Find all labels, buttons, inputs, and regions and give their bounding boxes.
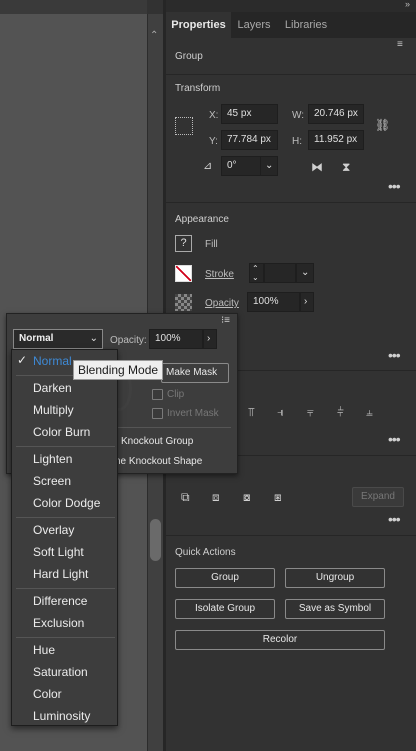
blend-mode-menu: ✓ Normal Darken Multiply Color Burn Ligh… <box>11 349 118 726</box>
tab-libraries[interactable]: Libraries <box>277 12 335 38</box>
collapse-panel-icon[interactable]: » <box>405 0 410 9</box>
stroke-weight-stepper[interactable]: ⌃ ⌄ <box>249 263 264 283</box>
align-right-icon[interactable]: ⫣ <box>277 405 284 419</box>
clip-checkbox[interactable] <box>152 389 163 400</box>
exclude-icon[interactable]: ⧆ <box>274 490 282 504</box>
constrain-proportions-icon[interactable]: ⛓ <box>375 118 390 132</box>
blend-option-overlay[interactable]: Overlay <box>33 523 74 537</box>
check-icon: ✓ <box>17 353 28 367</box>
blend-option-color-burn[interactable]: Color Burn <box>33 425 90 439</box>
blend-option-hue[interactable]: Hue <box>33 643 55 657</box>
height-field[interactable]: 11.952 px <box>308 130 364 150</box>
scrollbar-thumb[interactable] <box>150 519 161 561</box>
ungroup-button[interactable]: Ungroup <box>285 568 385 588</box>
popup-opacity-arrow[interactable]: › <box>203 329 217 349</box>
reference-point-icon[interactable] <box>175 117 193 135</box>
opacity-icon <box>175 294 192 311</box>
popup-menu-icon[interactable]: ⁝≡ <box>221 314 230 328</box>
appearance-more-icon[interactable]: ••• <box>388 347 401 363</box>
flip-vertical-icon[interactable]: ⧗ <box>342 160 350 174</box>
panel-top-strip: » <box>166 0 416 12</box>
w-label: W: <box>292 110 305 121</box>
popup-opacity-label: Opacity: <box>110 335 147 346</box>
blend-option-hard-light[interactable]: Hard Light <box>33 567 88 581</box>
align-more-icon[interactable]: ••• <box>388 431 401 447</box>
appearance-title: Appearance <box>175 214 229 225</box>
isolate-knockout-label[interactable]: ne Knockout Shape <box>115 456 202 467</box>
selection-type-label: Group <box>175 51 203 62</box>
recolor-button[interactable]: Recolor <box>175 630 385 650</box>
chevron-down-icon: ⌄ <box>89 333 98 344</box>
y-label: Y: <box>209 136 218 147</box>
tab-layers[interactable]: Layers <box>231 12 277 38</box>
group-button[interactable]: Group <box>175 568 275 588</box>
blend-option-exclusion[interactable]: Exclusion <box>33 616 84 630</box>
blend-option-difference[interactable]: Difference <box>33 594 87 608</box>
align-bottom-icon[interactable]: ⫨ <box>366 405 373 419</box>
scroll-up-icon[interactable]: ⌃ <box>150 30 158 41</box>
blend-option-soft-light[interactable]: Soft Light <box>33 545 84 559</box>
opacity-field[interactable]: 100% <box>247 292 300 312</box>
expand-button[interactable]: Expand <box>352 487 404 507</box>
stroke-weight-field[interactable] <box>264 263 296 283</box>
fill-swatch[interactable]: ? <box>175 235 192 252</box>
intersect-icon[interactable]: ⧇ <box>243 490 251 504</box>
blend-option-saturation[interactable]: Saturation <box>33 665 88 679</box>
blend-option-luminosity[interactable]: Luminosity <box>33 709 90 723</box>
x-label: X: <box>209 110 219 121</box>
pathfinder-more-icon[interactable]: ••• <box>388 511 401 527</box>
unite-icon[interactable]: ⧉ <box>181 490 190 504</box>
invert-mask-checkbox[interactable] <box>152 408 163 419</box>
opacity-arrow[interactable]: › <box>300 292 314 312</box>
isolate-group-button[interactable]: Isolate Group <box>175 599 275 619</box>
popup-opacity-field[interactable]: 100% <box>149 329 203 349</box>
quick-actions-title: Quick Actions <box>175 547 236 558</box>
angle-icon: ⊿ <box>203 160 213 172</box>
align-vertical-center-icon[interactable]: ⫩ <box>337 405 344 419</box>
panel-menu-icon[interactable]: ≡ <box>397 39 403 50</box>
make-mask-button[interactable]: Make Mask <box>161 363 229 383</box>
rotate-dropdown[interactable]: ⌄ <box>260 156 278 176</box>
blend-mode-dropdown[interactable]: Normal ⌄ <box>13 329 103 349</box>
x-field[interactable]: 45 px <box>221 104 278 124</box>
transform-more-icon[interactable]: ••• <box>388 178 401 194</box>
knockout-group-label[interactable]: Knockout Group <box>121 436 193 447</box>
align-center-horizontal-icon[interactable]: ⫪ <box>248 405 255 419</box>
blend-option-normal[interactable]: Normal <box>33 354 72 368</box>
clip-label: Clip <box>167 389 185 400</box>
blend-option-lighten[interactable]: Lighten <box>33 452 72 466</box>
h-label: H: <box>292 136 302 147</box>
rotate-field[interactable]: 0° <box>221 156 261 176</box>
align-top-icon[interactable]: ⫧ <box>307 405 314 419</box>
opacity-label[interactable]: Opacity <box>205 298 239 309</box>
width-field[interactable]: 20.746 px <box>308 104 364 124</box>
flip-horizontal-icon[interactable]: ⧓ <box>311 160 323 174</box>
y-field[interactable]: 77.784 px <box>221 130 278 150</box>
blending-mode-tooltip: Blending Mode <box>73 360 163 380</box>
stroke-label[interactable]: Stroke <box>205 269 234 280</box>
minus-front-icon[interactable]: ⧈ <box>212 490 220 504</box>
save-as-symbol-button[interactable]: Save as Symbol <box>285 599 385 619</box>
tab-properties[interactable]: Properties <box>166 12 231 38</box>
blend-option-multiply[interactable]: Multiply <box>33 403 74 417</box>
stroke-weight-dropdown[interactable]: ⌄ <box>296 263 314 283</box>
blend-option-color[interactable]: Color <box>33 687 62 701</box>
blend-option-color-dodge[interactable]: Color Dodge <box>33 496 100 510</box>
stroke-swatch[interactable] <box>175 265 192 282</box>
blend-mode-value: Normal <box>19 333 54 344</box>
transform-title: Transform <box>175 83 221 94</box>
blend-option-screen[interactable]: Screen <box>33 474 71 488</box>
blend-option-darken[interactable]: Darken <box>33 381 72 395</box>
canvas-top-bar <box>0 0 147 14</box>
fill-label: Fill <box>205 239 218 250</box>
invert-mask-label: Invert Mask <box>167 408 219 419</box>
